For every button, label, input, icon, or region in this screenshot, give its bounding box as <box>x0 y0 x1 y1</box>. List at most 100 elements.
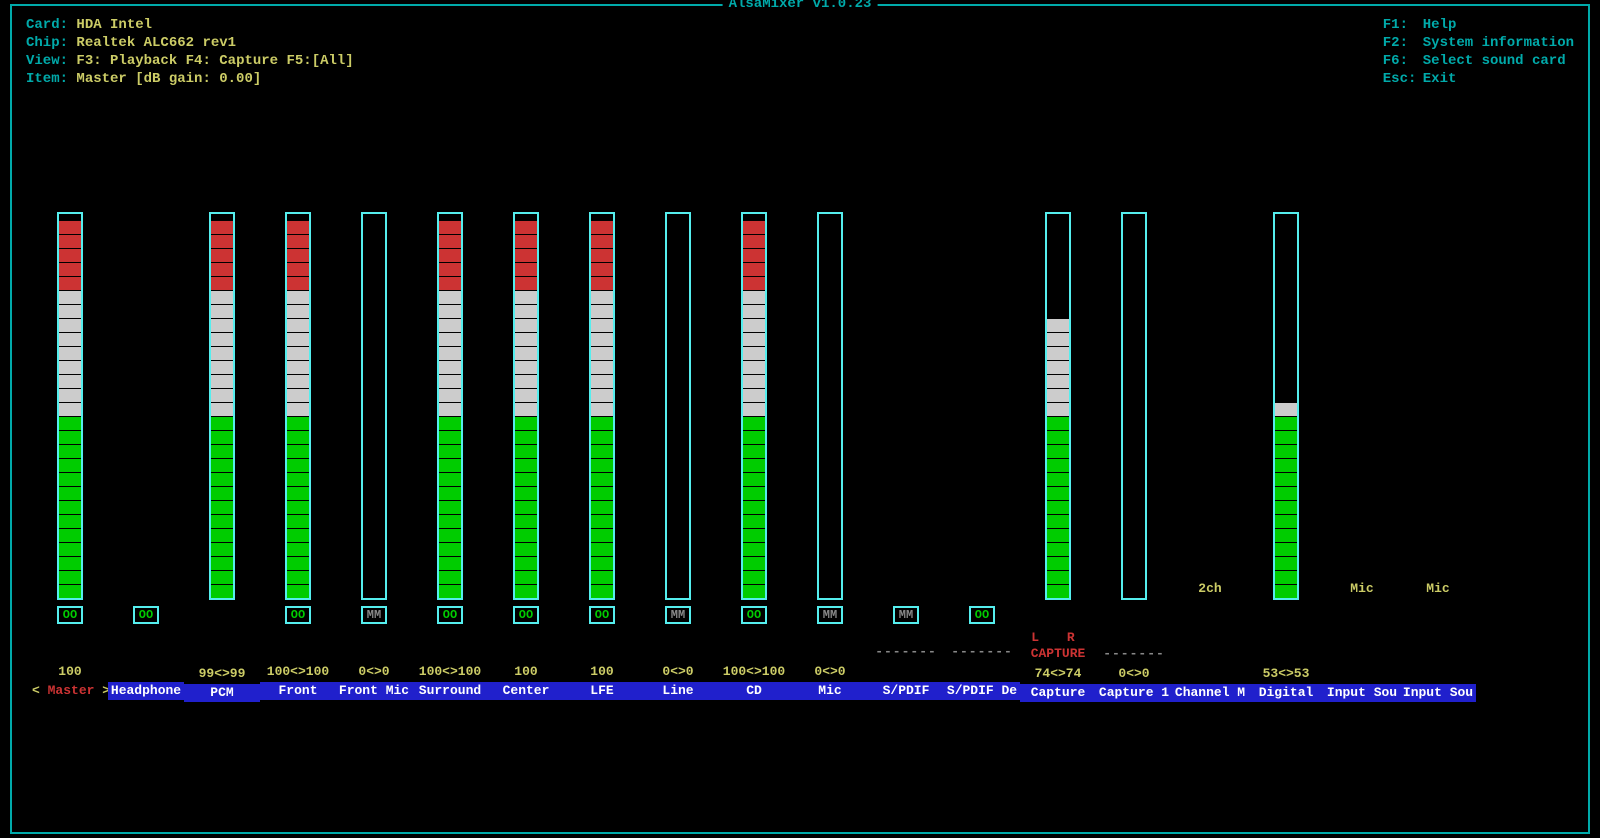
help-f1-desc: Help <box>1423 17 1457 33</box>
channel[interactable]: MM 0<>0 Mic <box>792 212 868 702</box>
volume-bar[interactable] <box>361 212 387 600</box>
volume-bar[interactable] <box>665 212 691 600</box>
channel-value: 100 <box>590 664 613 680</box>
channel-value: 100 <box>514 664 537 680</box>
mute-toggle[interactable]: MM <box>665 606 691 624</box>
channel[interactable]: ------- 0<>0 Capture 1 <box>1096 212 1172 702</box>
help-esc-key[interactable]: Esc: <box>1383 70 1423 88</box>
channel[interactable]: OO100<>100Front <box>260 212 336 702</box>
channel[interactable]: 99<>99 PCM <box>184 212 260 702</box>
item-label: Item: <box>26 71 68 87</box>
channel[interactable]: MM 0<>0 Line <box>640 212 716 702</box>
mute-toggle[interactable]: OO <box>969 606 995 624</box>
volume-bar[interactable] <box>57 212 83 600</box>
volume-bar[interactable] <box>285 212 311 600</box>
mute-toggle[interactable]: OO <box>133 606 159 624</box>
channel-name[interactable]: CD <box>716 682 792 700</box>
channel[interactable]: OO 100 LFE <box>564 212 640 702</box>
help-f1-key[interactable]: F1: <box>1383 16 1423 34</box>
channel[interactable]: Mic Input Sou <box>1324 212 1400 702</box>
channel-enum-value[interactable]: Mic <box>1350 212 1373 600</box>
channel-name[interactable]: Center <box>488 682 564 700</box>
channel-name[interactable]: < Master > <box>32 682 108 700</box>
view-f5[interactable]: F5: <box>286 53 311 69</box>
volume-bar[interactable] <box>1273 212 1299 600</box>
channel-value: 0<>0 <box>358 664 389 680</box>
help-f2-desc: System information <box>1423 35 1574 51</box>
channel-name[interactable]: Surround <box>412 682 488 700</box>
volume-bar[interactable] <box>589 212 615 600</box>
item-value: Master [dB gain: 0.00] <box>76 71 261 87</box>
channel-enum-value[interactable]: 2ch <box>1198 212 1221 600</box>
channel-name[interactable]: Mic <box>792 682 868 700</box>
channel-name[interactable]: Channel M <box>1172 684 1248 702</box>
volume-bar[interactable] <box>1045 212 1071 600</box>
channel[interactable]: 2ch Channel M <box>1172 212 1248 702</box>
info-panel: Card: HDA Intel Chip: Realtek ALC662 rev… <box>26 16 354 88</box>
mute-toggle[interactable]: OO <box>437 606 463 624</box>
channel[interactable]: OO 100<>100 Surround <box>412 212 488 702</box>
capture-indicator: L RCAPTURE <box>1031 630 1086 664</box>
help-f6-desc: Select sound card <box>1423 53 1566 69</box>
channel-name[interactable]: Input Sou <box>1324 684 1400 702</box>
channel-value: 0<>0 <box>1118 666 1149 682</box>
help-esc-desc: Exit <box>1423 71 1457 87</box>
channel-name[interactable]: Front Mic <box>336 682 412 700</box>
channel-name[interactable]: S/PDIF <box>868 682 944 700</box>
channel-value: 74<>74 <box>1035 666 1082 682</box>
volume-bar[interactable] <box>1121 212 1147 600</box>
view-f4[interactable]: F4: Capture <box>186 53 278 69</box>
channel-enum-value[interactable]: Mic <box>1426 212 1449 600</box>
volume-bar[interactable] <box>741 212 767 600</box>
view-all[interactable]: [All] <box>312 53 354 69</box>
card-value: HDA Intel <box>76 17 152 33</box>
mute-toggle[interactable]: MM <box>893 606 919 624</box>
channel[interactable]: OO Headphone <box>108 212 184 702</box>
channel-name[interactable]: Digital <box>1248 684 1324 702</box>
channel[interactable]: 53<>53 Digital <box>1248 212 1324 702</box>
channel-value: 0<>0 <box>814 664 845 680</box>
channel[interactable]: MM ------- S/PDIF <box>868 212 944 702</box>
channel-name[interactable]: LFE <box>564 682 640 700</box>
channel-name[interactable]: Line <box>640 682 716 700</box>
app-title: AlsaMixer v1.0.23 <box>723 0 878 12</box>
channel-value: 99<>99 <box>199 666 246 682</box>
channel[interactable]: OO -------S/PDIF De <box>944 212 1020 702</box>
view-f3[interactable]: F3: Playback <box>76 53 177 69</box>
mute-toggle[interactable]: OO <box>513 606 539 624</box>
channel[interactable]: OO 100 Center <box>488 212 564 702</box>
channel-name[interactable]: PCM <box>184 684 260 702</box>
channel-name[interactable]: Capture <box>1020 684 1096 702</box>
chip-value: Realtek ALC662 rev1 <box>76 35 236 51</box>
mute-toggle[interactable]: OO <box>57 606 83 624</box>
capture-indicator: ------- <box>875 628 937 662</box>
channel-name[interactable]: S/PDIF De <box>944 682 1020 700</box>
channel[interactable]: OO 100 < Master > <box>32 212 108 702</box>
channel-value: 100 <box>58 664 81 680</box>
channel-value: 0<>0 <box>662 664 693 680</box>
mute-toggle[interactable]: OO <box>285 606 311 624</box>
help-f2-key[interactable]: F2: <box>1383 34 1423 52</box>
channel[interactable]: Mic Input Sou <box>1400 212 1476 702</box>
chip-label: Chip: <box>26 35 68 51</box>
volume-bar[interactable] <box>817 212 843 600</box>
channel[interactable]: OO100<>100CD <box>716 212 792 702</box>
channel[interactable]: MM 0<>0 Front Mic <box>336 212 412 702</box>
capture-indicator: ------- <box>1103 630 1165 664</box>
app-frame: AlsaMixer v1.0.23 Card: HDA Intel Chip: … <box>10 4 1590 834</box>
channel-name[interactable]: Capture 1 <box>1096 684 1172 702</box>
channel-name[interactable]: Headphone <box>108 682 184 700</box>
volume-bar[interactable] <box>437 212 463 600</box>
channel-value: 53<>53 <box>1263 666 1310 682</box>
mute-toggle[interactable]: MM <box>817 606 843 624</box>
help-f6-key[interactable]: F6: <box>1383 52 1423 70</box>
mute-toggle[interactable]: OO <box>589 606 615 624</box>
mute-toggle[interactable]: OO <box>741 606 767 624</box>
volume-bar[interactable] <box>209 212 235 600</box>
mute-toggle[interactable]: MM <box>361 606 387 624</box>
volume-bar[interactable] <box>513 212 539 600</box>
channel-value: 100<>100 <box>419 664 481 680</box>
channel-name[interactable]: Input Sou <box>1400 684 1476 702</box>
channel[interactable]: L RCAPTURE 74<>74 Capture <box>1020 212 1096 702</box>
channel-name[interactable]: Front <box>260 682 336 700</box>
